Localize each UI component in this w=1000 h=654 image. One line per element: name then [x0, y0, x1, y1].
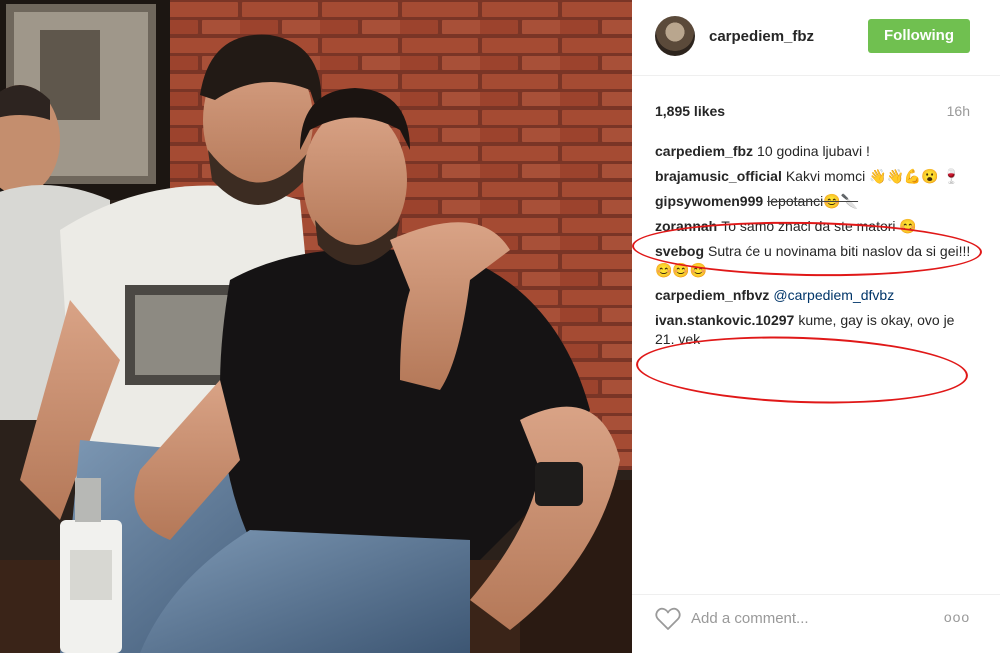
post-photo: [0, 0, 632, 653]
comment-text: 10 godina ljubavi !: [757, 143, 870, 159]
comment-username[interactable]: zorannah: [655, 218, 717, 234]
comment-item: svebog Sutra će u novinama biti naslov da…: [655, 242, 973, 280]
comment-item: gipsywomen999 lepotanci😊🔪: [655, 192, 973, 211]
photo-illustration: [0, 0, 632, 653]
comment-username[interactable]: gipsywomen999: [655, 193, 763, 209]
comment-item: ivan.stankovic.10297 kume, gay is okay, o…: [655, 311, 973, 349]
comment-item: carpediem_fbz 10 godina ljubavi !: [655, 142, 973, 161]
comment-username[interactable]: carpediem_nfbvz: [655, 287, 769, 303]
comment-item: zorannah To samo znaci da ste matori 😊: [655, 217, 973, 236]
comment-text: lepotanci😊🔪: [767, 193, 859, 209]
following-button[interactable]: Following: [868, 19, 970, 53]
likes-row: 1,895 likes 16h: [655, 100, 970, 122]
likes-count[interactable]: 1,895 likes: [655, 103, 725, 119]
comment-mention[interactable]: @carpediem_dfvbz: [773, 287, 894, 303]
heart-icon[interactable]: [655, 607, 681, 631]
more-options-icon[interactable]: ooo: [942, 605, 972, 629]
username-link[interactable]: carpediem_fbz: [709, 28, 814, 45]
comment-username[interactable]: ivan.stankovic.10297: [655, 312, 794, 328]
comment-item: carpediem_nfbvz @carpediem_dfvbz: [655, 286, 973, 305]
comment-username[interactable]: svebog: [655, 243, 704, 259]
comment-footer: ooo: [632, 594, 1000, 654]
avatar[interactable]: [655, 16, 695, 56]
post-details-panel: carpediem_fbz Following 1,895 likes 16h …: [632, 0, 1000, 653]
comment-text: Kakvi momci 👋👋💪😮 🍷: [785, 168, 961, 184]
post-time[interactable]: 16h: [947, 103, 970, 119]
comment-username[interactable]: brajamusic_official: [655, 168, 782, 184]
comment-list: carpediem_fbz 10 godina ljubavi ! brajamu…: [655, 142, 973, 355]
comment-item: brajamusic_official Kakvi momci 👋👋💪😮 🍷: [655, 167, 973, 186]
post-header: carpediem_fbz Following: [632, 0, 1000, 76]
comment-text: To samo znaci da ste matori 😊: [721, 218, 917, 234]
add-comment-input[interactable]: [691, 605, 931, 631]
comment-username[interactable]: carpediem_fbz: [655, 143, 753, 159]
